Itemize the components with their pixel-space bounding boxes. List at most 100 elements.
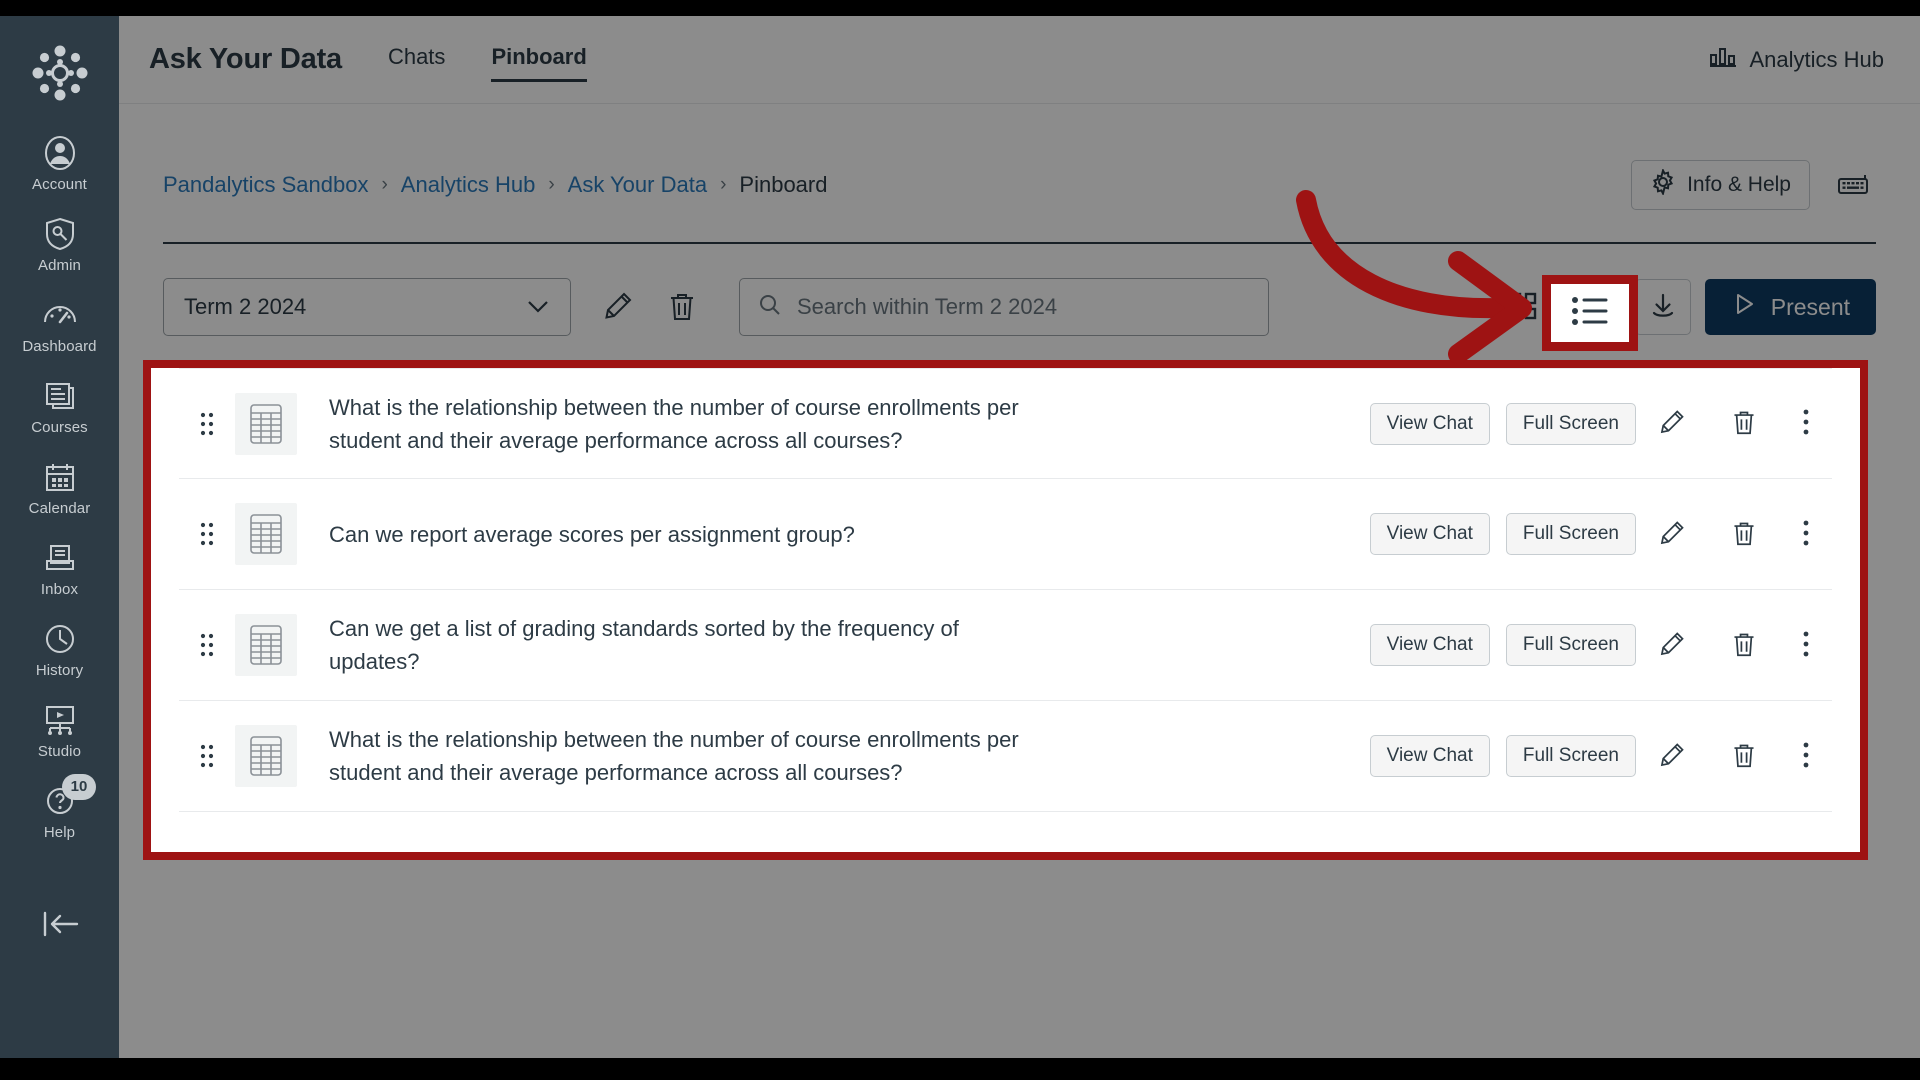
table-row[interactable]: Can we get a list of grading standards s…: [179, 590, 1832, 701]
view-chat-button[interactable]: View Chat: [1369, 402, 1490, 445]
play-triangle-icon: [1731, 291, 1757, 323]
sidebar-item-history[interactable]: History: [0, 608, 119, 689]
row-more-button[interactable]: [1780, 732, 1832, 780]
trash-icon: [667, 290, 697, 325]
drag-handle-icon[interactable]: [179, 741, 235, 771]
analytics-hub-label: Analytics Hub: [1749, 46, 1884, 72]
sidebar-item-studio[interactable]: Studio: [0, 689, 119, 770]
row-actions: View Chat Full Screen: [1369, 510, 1832, 558]
user-circle-icon: [40, 133, 80, 173]
row-more-button[interactable]: [1780, 400, 1832, 448]
row-edit-button[interactable]: [1636, 400, 1708, 448]
download-button[interactable]: [1634, 279, 1691, 335]
drag-handle-icon[interactable]: [179, 409, 235, 439]
chevron-down-icon: [526, 294, 550, 320]
search-icon: [758, 293, 782, 322]
sidebar-item-inbox[interactable]: Inbox: [0, 527, 119, 608]
sidebar-item-admin[interactable]: Admin: [0, 203, 119, 284]
row-actions: View Chat Full Screen: [1369, 732, 1832, 780]
kebab-menu-icon: [1802, 408, 1810, 439]
page-actions: Info & Help: [1631, 160, 1876, 210]
app-header: Ask Your Data Chats Pinboard Analytics H…: [119, 16, 1920, 104]
keyboard-shortcuts-button[interactable]: [1832, 163, 1876, 207]
delete-term-button[interactable]: [659, 284, 705, 330]
row-edit-button[interactable]: [1636, 732, 1708, 780]
drag-handle-icon[interactable]: [179, 630, 235, 660]
full-screen-button[interactable]: Full Screen: [1505, 513, 1636, 555]
search-box[interactable]: [739, 278, 1269, 336]
row-delete-button[interactable]: [1708, 732, 1780, 780]
trash-icon: [1731, 741, 1757, 772]
trash-icon: [1731, 630, 1757, 661]
search-input[interactable]: [797, 294, 1250, 320]
view-chat-button[interactable]: View Chat: [1369, 624, 1490, 666]
pencil-icon: [602, 290, 634, 325]
analytics-hub-link[interactable]: Analytics Hub: [1709, 45, 1884, 75]
breadcrumb-separator: ›: [720, 174, 727, 195]
breadcrumb-item-0[interactable]: Pandalytics Sandbox: [163, 172, 368, 198]
row-delete-button[interactable]: [1708, 621, 1780, 669]
sidebar-item-account[interactable]: Account: [0, 122, 119, 203]
sidebar-item-help[interactable]: 10 Help: [0, 770, 119, 851]
table-row[interactable]: What is the relationship between the num…: [179, 701, 1832, 812]
pencil-icon: [1658, 630, 1686, 661]
inbox-icon: [43, 538, 77, 578]
info-help-label: Info & Help: [1687, 173, 1791, 196]
canvas-logo[interactable]: [29, 42, 91, 104]
breadcrumb-item-2[interactable]: Ask Your Data: [568, 172, 707, 198]
bar-chart-icon: [1709, 45, 1737, 75]
breadcrumb-item-1[interactable]: Analytics Hub: [401, 172, 536, 198]
list-view-icon: [1570, 294, 1610, 333]
pencil-icon: [1658, 519, 1686, 550]
screenshot-frame: Account Admin Dashboard Courses Calendar: [0, 0, 1920, 1080]
kebab-menu-icon: [1802, 741, 1810, 772]
table-thumbnail-icon: [235, 392, 297, 455]
tab-pinboard[interactable]: Pinboard: [491, 44, 588, 82]
gauge-icon: [42, 295, 78, 335]
row-more-button[interactable]: [1780, 621, 1832, 669]
row-edit-button[interactable]: [1636, 621, 1708, 669]
sidebar-collapse-button[interactable]: [0, 907, 119, 941]
sidebar-item-label: Help: [43, 824, 76, 841]
callout-highlight-pinboard-list: What is the relationship between the num…: [143, 360, 1868, 860]
kebab-menu-icon: [1802, 519, 1810, 550]
table-thumbnail-icon: [235, 614, 297, 676]
sidebar-item-label: Calendar: [28, 500, 91, 517]
view-chat-button[interactable]: View Chat: [1369, 735, 1490, 777]
pinboard-item-question: What is the relationship between the num…: [329, 727, 1019, 785]
full-screen-button[interactable]: Full Screen: [1505, 402, 1636, 445]
term-select[interactable]: Term 2 2024: [163, 278, 571, 336]
table-row[interactable]: What is the relationship between the num…: [179, 368, 1832, 479]
row-delete-button[interactable]: [1708, 400, 1780, 448]
callout-highlight-list-view[interactable]: [1542, 275, 1638, 351]
sidebar-item-label: Inbox: [40, 581, 79, 598]
row-edit-button[interactable]: [1636, 510, 1708, 558]
present-button[interactable]: Present: [1704, 279, 1876, 335]
tab-chats[interactable]: Chats: [388, 44, 445, 76]
sidebar-item-label: Dashboard: [22, 338, 97, 355]
pinboard-toolbar: Term 2 2024 Search within Term 2 2024 Pr…: [119, 244, 1920, 336]
breadcrumb: Pandalytics Sandbox › Analytics Hub › As…: [119, 104, 1920, 210]
view-chat-button[interactable]: View Chat: [1369, 513, 1490, 555]
sidebar-item-dashboard[interactable]: Dashboard: [0, 284, 119, 365]
sidebar-item-label: History: [35, 662, 84, 679]
row-delete-button[interactable]: [1708, 510, 1780, 558]
keyboard-icon: [1837, 171, 1871, 200]
breadcrumb-separator: ›: [381, 174, 388, 195]
trash-icon: [1731, 519, 1757, 550]
sidebar-item-label: Admin: [37, 257, 82, 274]
grid-view-icon: [1508, 291, 1538, 324]
calendar-icon: [43, 457, 77, 497]
table-row[interactable]: Can we report average scores per assignm…: [179, 479, 1832, 590]
sidebar-item-label: Studio: [37, 743, 82, 760]
sidebar-item-label: Account: [32, 176, 87, 193]
info-help-button[interactable]: Info & Help: [1631, 160, 1810, 210]
full-screen-button[interactable]: Full Screen: [1505, 735, 1636, 777]
sidebar-item-calendar[interactable]: Calendar: [0, 446, 119, 527]
global-nav-sidebar: Account Admin Dashboard Courses Calendar: [0, 16, 119, 1058]
row-more-button[interactable]: [1780, 510, 1832, 558]
sidebar-item-courses[interactable]: Courses: [0, 365, 119, 446]
edit-term-button[interactable]: [595, 284, 641, 330]
drag-handle-icon[interactable]: [179, 519, 235, 549]
full-screen-button[interactable]: Full Screen: [1505, 624, 1636, 666]
